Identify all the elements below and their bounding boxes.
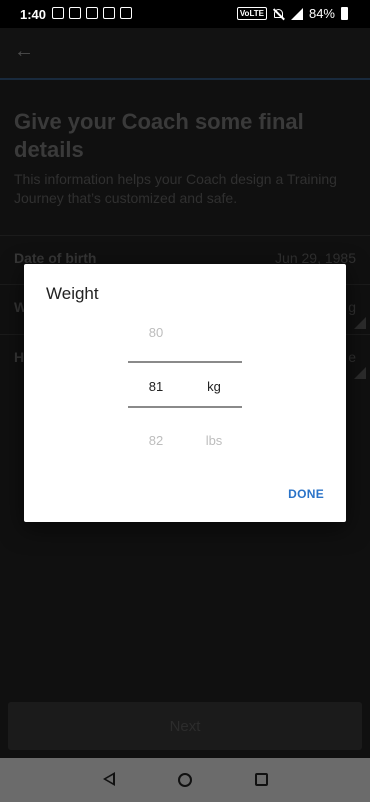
unit-option-next[interactable]: lbs xyxy=(192,433,236,448)
nav-home-icon[interactable] xyxy=(178,773,192,787)
notification-icons xyxy=(52,7,132,19)
weight-dialog: Weight 80 81 kg 82 lbs DONE xyxy=(24,264,346,522)
battery-icon xyxy=(341,7,348,20)
gmail-icon xyxy=(120,7,132,19)
instagram-icon xyxy=(52,7,64,19)
volte-icon: VoLTE xyxy=(236,7,267,20)
gmail-icon xyxy=(69,7,81,19)
status-time: 1:40 xyxy=(20,7,47,22)
nav-back-icon[interactable] xyxy=(103,772,115,786)
unit-option-selected[interactable]: kg xyxy=(192,379,236,394)
nav-recents-icon[interactable] xyxy=(255,773,268,786)
status-bar: 1:40 VoLTE 84% xyxy=(0,0,370,28)
weight-option-next[interactable]: 82 xyxy=(128,433,184,448)
instagram-icon xyxy=(103,7,115,19)
picker-divider xyxy=(128,406,242,408)
system-nav-bar xyxy=(0,758,370,802)
battery-percent: 84% xyxy=(308,6,335,21)
notifications-muted-icon xyxy=(273,8,285,20)
dialog-title: Weight xyxy=(46,284,99,303)
done-button[interactable]: DONE xyxy=(288,487,324,501)
signal-icon xyxy=(290,7,303,20)
app-m-icon xyxy=(86,7,98,19)
picker-divider xyxy=(128,361,242,363)
weight-option-prev[interactable]: 80 xyxy=(128,325,184,340)
weight-option-selected[interactable]: 81 xyxy=(128,379,184,394)
